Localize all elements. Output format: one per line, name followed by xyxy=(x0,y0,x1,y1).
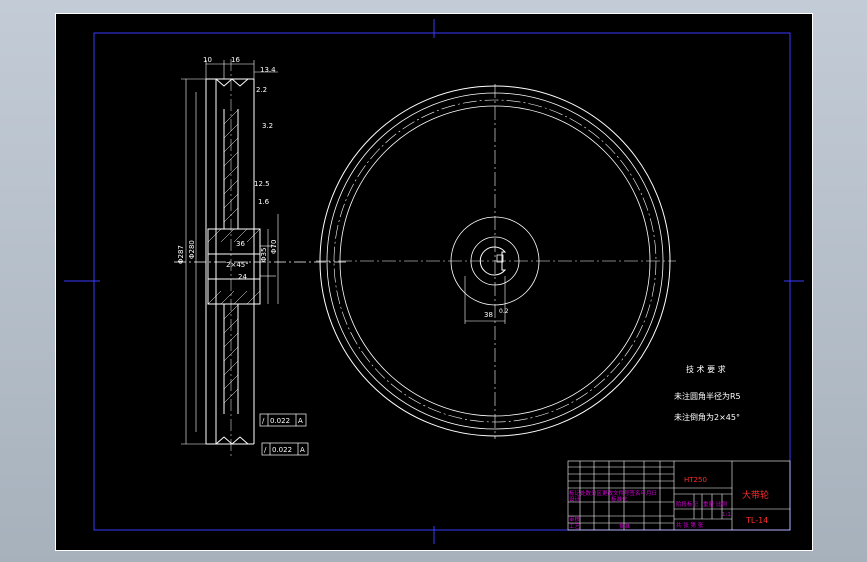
gdt-2-datum: A xyxy=(300,446,305,454)
label-stage: 阶段标记 xyxy=(676,500,699,508)
scale-value: 1:1 xyxy=(722,512,731,518)
dim-chamfer: 2×45° xyxy=(226,261,249,269)
dim-outer-diameter: Φ287 xyxy=(177,245,185,264)
svg-text:/: / xyxy=(264,446,267,454)
dim-hub-diameter: Φ70 xyxy=(270,240,278,254)
label-weight: 重量 xyxy=(703,500,715,508)
dim-hub-width: 36 xyxy=(236,240,245,248)
notes-line-2: 未注倒角为2×45° xyxy=(674,412,740,422)
gdt-2-tolerance: 0.022 xyxy=(272,446,292,454)
gdt-1-datum: A xyxy=(298,417,303,425)
dim-pitch-diameter: Φ280 xyxy=(188,240,196,259)
dim-bore-diameter: Φ35 xyxy=(260,248,268,262)
revision-row-labels: 标记处数分区更改文件号签名年月日 xyxy=(569,489,657,497)
dim-width-16: 16 xyxy=(231,56,240,64)
label-scale: 比例 xyxy=(716,500,728,508)
roughness-mid: 12.5 xyxy=(254,180,270,188)
gdt-1-tolerance: 0.022 xyxy=(270,417,290,425)
cad-drawing: 10 16 13.4 2.2 3.2 12.5 1.6 36 2×45° 24 … xyxy=(64,19,804,544)
part-name: 大带轮 xyxy=(742,489,769,501)
label-design: 设计 xyxy=(569,495,581,503)
label-approve: 批准 xyxy=(619,522,631,530)
dim-width-10: 10 xyxy=(203,56,212,64)
dim-2-2: 2.2 xyxy=(256,86,267,94)
roughness-top: 3.2 xyxy=(262,122,273,130)
drawing-number: TL-14 xyxy=(745,516,768,525)
notes-line-1: 未注圆角半径为R5 xyxy=(674,391,741,401)
dim-keyway-depth: 38 xyxy=(484,311,493,319)
dim-keyway-tol: 0.2 xyxy=(499,308,509,315)
label-review: 审核 xyxy=(569,515,581,523)
frame-center-marks xyxy=(64,19,804,544)
drawing-frame xyxy=(93,32,791,531)
notes-title: 技 术 要 求 xyxy=(686,364,726,374)
dim-13-4: 13.4 xyxy=(260,66,276,74)
dim-hub-len: 24 xyxy=(238,273,247,281)
drawing-viewport[interactable]: 10 16 13.4 2.2 3.2 12.5 1.6 36 2×45° 24 … xyxy=(55,13,813,551)
label-standardization: 标准化 xyxy=(611,495,628,503)
gdt-frame-2: / 0.022 A xyxy=(261,442,309,456)
gdt-frame-1: / 0.022 A xyxy=(259,413,307,427)
label-craft: 工艺 xyxy=(569,523,581,530)
material-text: HT250 xyxy=(684,476,707,484)
roughness-side: 1.6 xyxy=(258,198,270,206)
svg-text:/: / xyxy=(262,417,265,425)
label-sheets: 共 张 第 张 xyxy=(676,521,704,529)
